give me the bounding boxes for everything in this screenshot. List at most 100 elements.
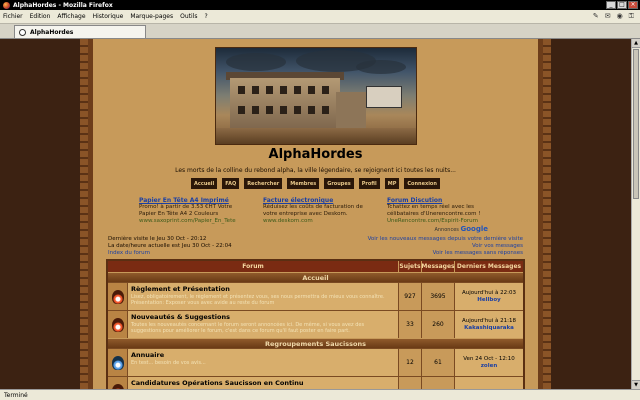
forum-description: Lisez, obligatoirement, le règlement et … bbox=[131, 294, 385, 306]
window-title: AlphaHordes - Mozilla Firefox bbox=[13, 1, 113, 9]
unanswered-link[interactable]: Voir les messages sans réponses bbox=[368, 250, 523, 257]
status-bar: Terminé bbox=[0, 389, 640, 400]
maximize-button[interactable]: □ bbox=[617, 1, 627, 9]
minimize-button[interactable]: _ bbox=[606, 1, 616, 9]
firefox-icon bbox=[3, 1, 10, 9]
last-post-user[interactable]: Hellboy bbox=[477, 297, 500, 304]
forum-status-icon bbox=[108, 377, 128, 389]
forum-name[interactable]: Candidatures Opérations Saucisson en Con… bbox=[131, 379, 395, 387]
forum-status-icon bbox=[108, 283, 128, 310]
lock-icon[interactable]: ⚿ bbox=[629, 12, 634, 21]
topic-count: 927 bbox=[399, 283, 422, 310]
menu-marque-pages[interactable]: Marque-pages bbox=[130, 13, 173, 20]
scroll-thumb[interactable] bbox=[633, 49, 639, 199]
ad-title[interactable]: Papier En Tête A4 Imprimé bbox=[139, 197, 249, 204]
visit-info: Dernière visite le Jeu 30 Oct - 20:12 La… bbox=[103, 236, 528, 257]
frame-border-left bbox=[80, 39, 88, 389]
addon-icon[interactable]: ◉ bbox=[617, 12, 623, 21]
nav-groupes[interactable]: Groupes bbox=[323, 177, 355, 190]
menu-affichage[interactable]: Affichage bbox=[57, 13, 85, 20]
forum-name[interactable]: Règlement et Présentation bbox=[131, 285, 395, 293]
forum-status-icon bbox=[108, 349, 128, 376]
forum-info: Candidatures Opérations Saucisson en Con… bbox=[128, 377, 399, 389]
category-regroupements[interactable]: Regroupements Saucissons bbox=[108, 338, 523, 348]
message-count: 260 bbox=[422, 311, 455, 338]
last-post bbox=[455, 377, 523, 389]
pen-icon[interactable]: ✎ bbox=[593, 12, 599, 21]
forum-row: Annuaire En test... besoin de vos avis..… bbox=[108, 348, 523, 376]
ad-text: Promo! à partir de 3.53 €HT Votre Papier… bbox=[139, 204, 233, 217]
google-ads: Papier En Tête A4 Imprimé Promo! à parti… bbox=[103, 197, 528, 224]
col-sujets: Sujets bbox=[399, 261, 422, 272]
status-text: Terminé bbox=[4, 391, 28, 399]
window-controls: _ □ × bbox=[606, 1, 638, 9]
ad-text: Tchattez en temps réel avec les célibata… bbox=[387, 204, 481, 217]
last-post-user[interactable]: zolen bbox=[481, 363, 498, 370]
category-accueil[interactable]: Accueil bbox=[108, 272, 523, 282]
ad-block: Forum Discution Tchattez en temps réel a… bbox=[387, 197, 497, 224]
menu-help[interactable]: ? bbox=[204, 13, 207, 20]
nav-faq[interactable]: FAQ bbox=[221, 177, 241, 190]
scroll-up-icon[interactable]: ▲ bbox=[632, 39, 640, 48]
ad-url[interactable]: www.deskom.com bbox=[263, 218, 373, 224]
menu-fichier[interactable]: Fichier bbox=[3, 13, 23, 20]
last-post-user[interactable]: Kakashiquaraka bbox=[464, 325, 514, 332]
scroll-down-icon[interactable]: ▼ bbox=[632, 380, 640, 389]
ad-title[interactable]: Forum Discution bbox=[387, 197, 497, 204]
window-titlebar: AlphaHordes - Mozilla Firefox _ □ × bbox=[0, 0, 640, 10]
nav-mp[interactable]: MP bbox=[383, 177, 401, 190]
your-messages-link[interactable]: Voir vos messages bbox=[368, 243, 523, 250]
toolbar-icons: ✎ ✉ ◉ ⚿ bbox=[593, 12, 634, 21]
forum-row: Règlement et Présentation Lisez, obligat… bbox=[108, 282, 523, 310]
nav-accueil[interactable]: Accueil bbox=[190, 177, 219, 190]
col-forum: Forum bbox=[108, 261, 399, 272]
last-post: Ven 24 Oct - 12:10 zolen bbox=[455, 349, 523, 376]
nav-rechercher[interactable]: Rechercher bbox=[243, 177, 284, 190]
forum-name[interactable]: Nouveautés & Suggestions bbox=[131, 313, 395, 321]
last-post-date: Ven 24 Oct - 12:10 bbox=[463, 355, 515, 362]
ad-url[interactable]: UneRencontre.com/Espirit-Forum bbox=[387, 218, 497, 224]
forum-index-link[interactable]: Index du forum bbox=[108, 250, 232, 257]
menu-outils[interactable]: Outils bbox=[180, 13, 197, 20]
tab-bar: AlphaHordes bbox=[0, 24, 640, 39]
nav-connexion[interactable]: Connexion bbox=[403, 177, 441, 190]
close-button[interactable]: × bbox=[628, 1, 638, 9]
new-messages-link[interactable]: Voir les nouveaux messages depuis votre … bbox=[368, 236, 523, 243]
tab-alphahordes[interactable]: AlphaHordes bbox=[14, 25, 146, 38]
header-banner-image[interactable] bbox=[214, 47, 417, 145]
mail-icon[interactable]: ✉ bbox=[605, 12, 611, 21]
site-title[interactable]: AlphaHordes bbox=[103, 147, 528, 162]
ad-text: Réduisez les coûts de facturation de vot… bbox=[263, 204, 363, 217]
ad-url[interactable]: www.saxoprint.com/Papier_En_Tete bbox=[139, 218, 249, 224]
menu-historique[interactable]: Historique bbox=[93, 13, 124, 20]
forum-status-icon bbox=[108, 311, 128, 338]
visit-right: Voir les nouveaux messages depuis votre … bbox=[368, 236, 523, 257]
ad-title[interactable]: Facture électronique bbox=[263, 197, 373, 204]
nav-profil[interactable]: Profil bbox=[357, 177, 381, 190]
menu-bar: Fichier Edition Affichage Historique Mar… bbox=[0, 10, 640, 24]
last-post: Aujourd'hui à 21:18 Kakashiquaraka bbox=[455, 311, 523, 338]
forum-info: Annuaire En test... besoin de vos avis..… bbox=[128, 349, 399, 376]
forum-nav: Accueil FAQ Rechercher Membres Groupes P… bbox=[103, 177, 528, 190]
page-viewport: AlphaHordes Les morts de la colline du r… bbox=[0, 39, 631, 389]
last-visit-text: Dernière visite le Jeu 30 Oct - 20:12 bbox=[108, 236, 207, 242]
forum-table-header: Forum Sujets Messages Derniers Messages bbox=[108, 261, 523, 272]
forum-table: Forum Sujets Messages Derniers Messages … bbox=[106, 259, 525, 389]
col-derniers: Derniers Messages bbox=[456, 263, 522, 270]
col-messages: Messages bbox=[421, 261, 455, 272]
forum-info: Nouveautés & Suggestions Toutes les nouv… bbox=[128, 311, 399, 338]
ad-block: Facture électronique Réduisez les coûts … bbox=[263, 197, 373, 224]
nav-membres[interactable]: Membres bbox=[286, 177, 321, 190]
forum-row: Candidatures Opérations Saucisson en Con… bbox=[108, 376, 523, 389]
vertical-scrollbar[interactable]: ▲ ▼ bbox=[631, 39, 640, 389]
menu-edition[interactable]: Edition bbox=[30, 13, 51, 20]
message-count: 3695 bbox=[422, 283, 455, 310]
forum-row: Nouveautés & Suggestions Toutes les nouv… bbox=[108, 310, 523, 338]
message-count bbox=[422, 377, 455, 389]
forum-description: En test... besoin de vos avis... bbox=[131, 360, 206, 366]
site-description: Les morts de la colline du rebond alpha,… bbox=[175, 167, 456, 174]
message-count: 61 bbox=[422, 349, 455, 376]
google-ads-label[interactable]: Annonces Google bbox=[103, 225, 528, 233]
forum-name[interactable]: Annuaire bbox=[131, 351, 395, 359]
ad-block: Papier En Tête A4 Imprimé Promo! à parti… bbox=[139, 197, 249, 224]
